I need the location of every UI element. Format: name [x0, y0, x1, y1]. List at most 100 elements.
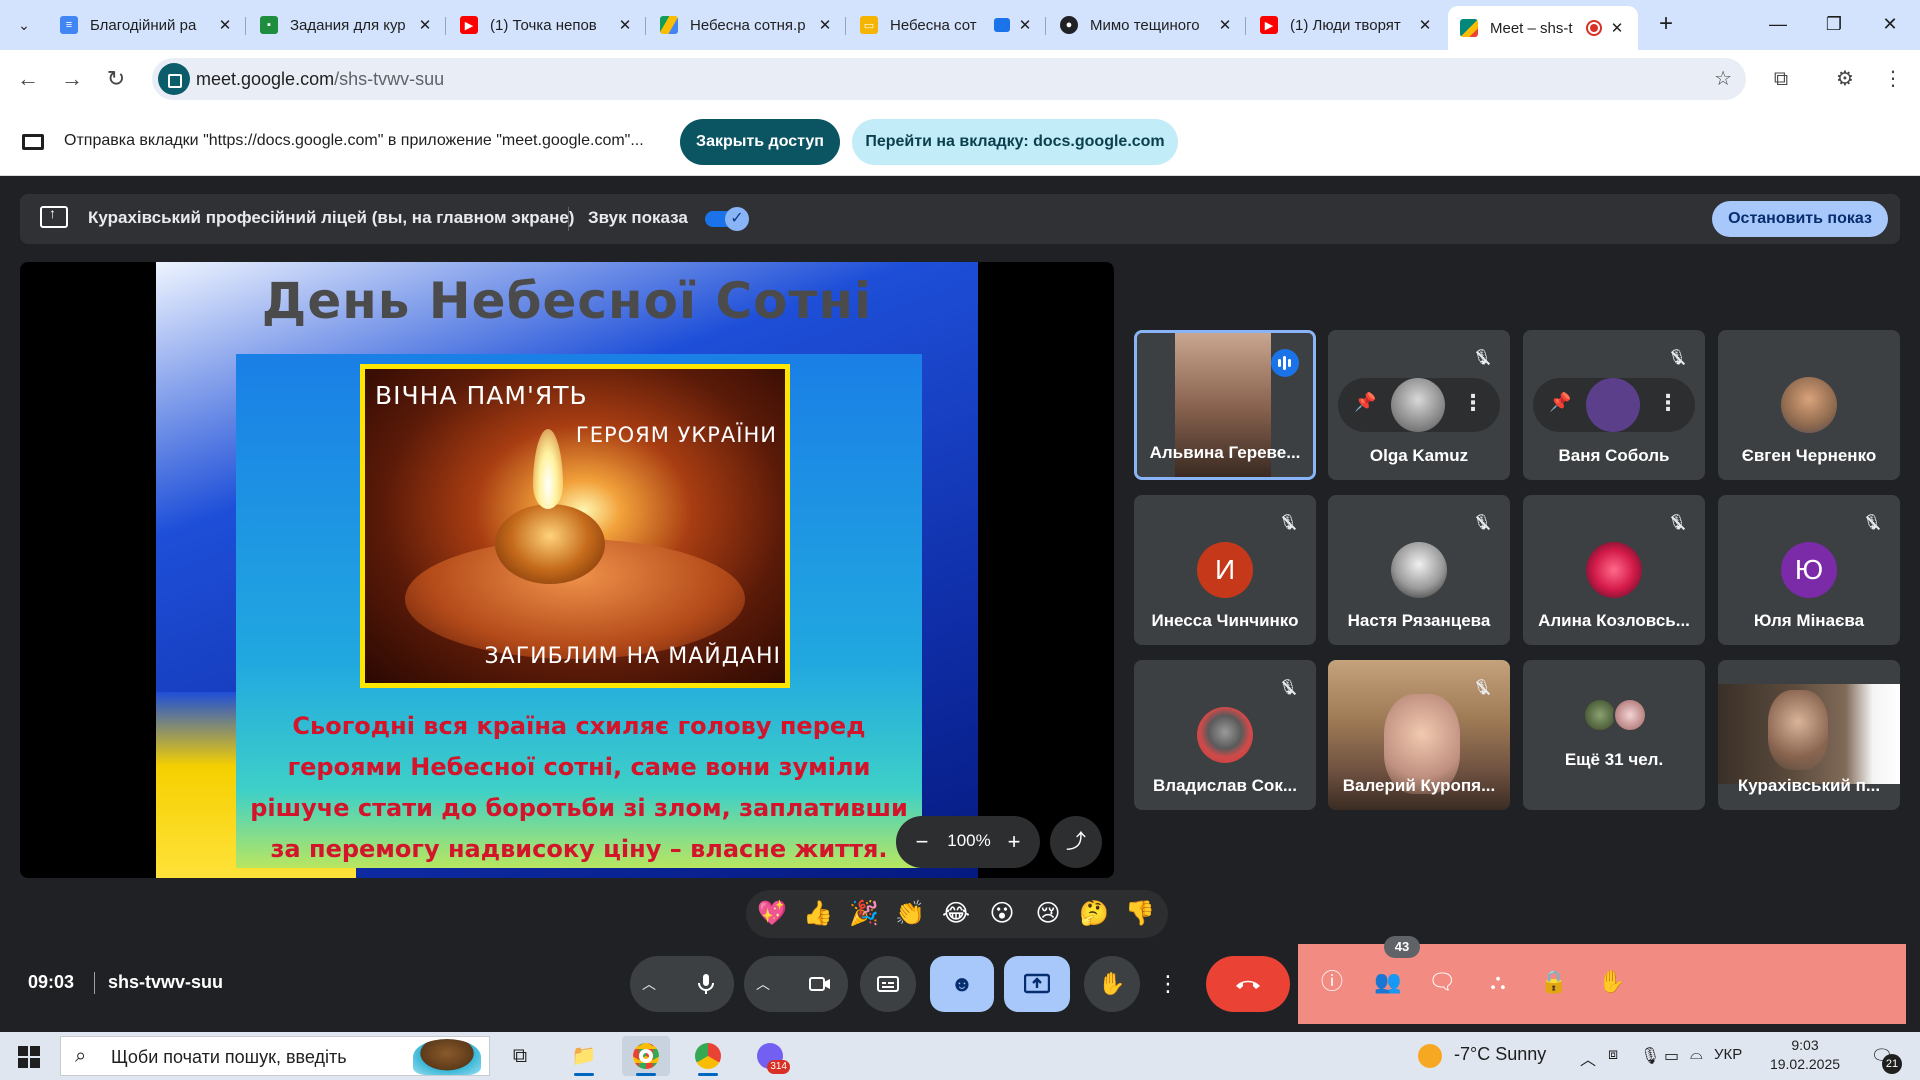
browser-menu-icon[interactable]: ⋮ — [1876, 62, 1910, 96]
extensions-icon[interactable]: ⧉ — [1764, 62, 1798, 96]
browser-tab[interactable]: ▶ (1) Люди творят ✕ — [1248, 8, 1446, 42]
chrome-profile-icon[interactable] — [684, 1036, 732, 1076]
task-view-icon[interactable]: ⧉ — [496, 1036, 544, 1076]
close-tab-icon[interactable]: ✕ — [1016, 16, 1034, 34]
weather-widget[interactable]: -7°C Sunny — [1454, 1044, 1546, 1065]
reaction-thumbs-down[interactable]: 👎 — [1122, 898, 1158, 930]
zoom-in-icon[interactable]: + — [1000, 828, 1028, 856]
site-info-icon[interactable] — [158, 63, 190, 95]
reaction-thumbs-up[interactable]: 👍 — [800, 898, 836, 930]
reaction-clap[interactable]: 👏 — [892, 898, 928, 930]
tab-title: Благодійний ра — [90, 16, 197, 34]
participant-tile[interactable]: 🎙 Владислав Сок... — [1134, 660, 1316, 810]
system-clock[interactable]: 9:03 19.02.2025 — [1758, 1036, 1852, 1074]
share-audio-toggle[interactable]: ✓ — [705, 207, 749, 231]
bookmark-star-icon[interactable]: ☆ — [1714, 66, 1732, 91]
close-window-icon[interactable]: ✕ — [1860, 0, 1920, 48]
tile-hover-controls: 📌 ⋮ — [1533, 378, 1695, 432]
participant-tile[interactable]: 🎙 Алина Козловсь... — [1523, 495, 1705, 645]
reaction-surprised[interactable]: 😮 — [984, 898, 1020, 930]
leave-call-button[interactable] — [1206, 956, 1290, 1012]
participant-name: Валерий Куропя... — [1342, 776, 1496, 795]
file-explorer-icon[interactable]: 📁 — [560, 1036, 608, 1076]
reaction-thinking[interactable]: 🤔 — [1076, 898, 1112, 930]
participant-tile[interactable]: 🎙 И Инесса Чинчинко — [1134, 495, 1316, 645]
restore-icon[interactable]: ❐ — [1804, 0, 1864, 48]
browser-tab[interactable]: ▶ (1) Точка непов ✕ — [448, 8, 646, 42]
more-participants-tile[interactable]: Ещё 31 чел. — [1523, 660, 1705, 810]
meet-tray-icon[interactable]: ⧈ — [1608, 1046, 1618, 1064]
raise-hand-button[interactable]: ✋ — [1084, 956, 1140, 1012]
new-tab-icon[interactable]: + — [1652, 10, 1680, 38]
address-bar[interactable]: meet.google.com/shs-tvwv-suu ☆ — [152, 58, 1746, 100]
taskbar-search-box[interactable]: ⌕ Щоби почати пошук, введіть — [60, 1036, 490, 1076]
close-tab-icon[interactable]: ✕ — [616, 16, 634, 34]
more-options-icon[interactable]: ⋮ — [1657, 390, 1679, 416]
microphone-button[interactable] — [678, 956, 734, 1012]
present-now-button[interactable] — [1004, 956, 1070, 1012]
reaction-heart[interactable]: 💖 — [754, 898, 790, 930]
browser-tab[interactable]: ▪ Задания для кур ✕ — [248, 8, 446, 42]
people-icon[interactable]: 👥 — [1368, 962, 1408, 1002]
close-tab-icon[interactable]: ✕ — [416, 16, 434, 34]
participant-tile[interactable]: 🎙 Валерий Куропя... — [1328, 660, 1510, 810]
participant-name: Євген Черненко — [1741, 446, 1877, 465]
reactions-button[interactable]: ☻ — [930, 956, 994, 1012]
participant-tile[interactable]: 🎙 📌 ⋮ Ваня Соболь — [1523, 330, 1705, 480]
host-controls-icon[interactable]: 🔒 — [1534, 962, 1574, 1002]
network-icon[interactable]: ⌓ — [1690, 1046, 1703, 1064]
go-to-tab-button[interactable]: Перейти на вкладку: docs.google.com — [852, 119, 1178, 165]
keyboard-language[interactable]: УКР — [1714, 1046, 1742, 1063]
reaction-sad[interactable]: 😢 — [1030, 898, 1066, 930]
more-options-icon[interactable]: ⋮ — [1462, 390, 1484, 416]
pin-icon[interactable]: 📌 — [1354, 392, 1376, 413]
participant-tile[interactable]: 🎙 📌 ⋮ Olga Kamuz — [1328, 330, 1510, 480]
captions-button[interactable] — [860, 956, 916, 1012]
mic-tray-icon[interactable]: 🎙 — [1640, 1046, 1660, 1066]
camera-button[interactable] — [792, 956, 848, 1012]
tab-search-chevron-icon[interactable]: ⌄ — [10, 11, 38, 39]
close-tab-icon[interactable]: ✕ — [816, 16, 834, 34]
browser-tab[interactable]: ▭ Небесна сот ✕ — [848, 8, 1046, 42]
reload-icon[interactable]: ↻ — [100, 63, 132, 95]
stop-presenting-button[interactable]: Остановить показ — [1712, 201, 1888, 237]
video-settings-chevron-icon[interactable]: ︿ — [756, 956, 770, 1012]
battery-icon[interactable]: ▭ — [1664, 1046, 1679, 1066]
close-tab-icon[interactable]: ✕ — [1216, 16, 1234, 34]
browser-tab[interactable]: Небесна сотня.р ✕ — [648, 8, 846, 42]
chat-icon[interactable]: 🗨 — [1422, 962, 1462, 1002]
activities-icon[interactable]: ⛬ — [1478, 962, 1518, 1002]
back-icon[interactable]: ← — [12, 63, 44, 95]
forward-icon[interactable]: → — [56, 63, 88, 95]
reaction-laugh[interactable]: 😂 — [938, 898, 974, 930]
browser-tab[interactable]: ≡ Благодійний ра ✕ — [48, 8, 246, 42]
participant-tile[interactable]: 🎙 Ю Юля Мінаєва — [1718, 495, 1900, 645]
participant-tile[interactable]: 🎙 Настя Рязанцева — [1328, 495, 1510, 645]
tray-overflow-chevron-icon[interactable]: ︿ — [1580, 1046, 1596, 1070]
notifications-icon[interactable]: 🗨 21 — [1868, 1042, 1902, 1074]
minimize-icon[interactable]: — — [1748, 0, 1808, 48]
close-tab-icon[interactable]: ✕ — [216, 16, 234, 34]
browser-tab-active[interactable]: Meet – shs-t ✕ — [1448, 6, 1638, 50]
windows-start-icon[interactable] — [18, 1046, 40, 1068]
participant-tile[interactable]: Євген Черненко — [1718, 330, 1900, 480]
more-options-button[interactable]: ⋮ — [1150, 956, 1186, 1012]
close-tab-icon[interactable]: ✕ — [1608, 19, 1626, 37]
meeting-details-icon[interactable]: ⓘ — [1312, 962, 1352, 1002]
hand-raise-alert-icon[interactable]: ✋ — [1592, 962, 1632, 1002]
address-toolbar: ← → ↻ meet.google.com/shs-tvwv-suu ☆ ⧉ ⚙… — [0, 50, 1920, 108]
pin-icon[interactable]: 📌 — [1549, 392, 1571, 413]
zoom-out-icon[interactable]: − — [908, 828, 936, 856]
audio-settings-chevron-icon[interactable]: ︿ — [642, 956, 656, 1012]
viber-icon[interactable]: 314 — [746, 1036, 794, 1076]
search-placeholder: Щоби почати пошук, введіть — [111, 1047, 347, 1067]
chrome-icon[interactable] — [622, 1036, 670, 1076]
participant-tile[interactable]: Кураxівський п... — [1718, 660, 1900, 810]
share-icon[interactable]: ⤴ — [1050, 816, 1102, 868]
participant-tile[interactable]: Альвина Гереве... — [1134, 330, 1316, 480]
close-access-button[interactable]: Закрыть доступ — [680, 119, 840, 165]
close-tab-icon[interactable]: ✕ — [1416, 16, 1434, 34]
reaction-party[interactable]: 🎉 — [846, 898, 882, 930]
browser-tab[interactable]: ● Мимо тещиного ✕ — [1048, 8, 1246, 42]
profile-avatar[interactable]: ⚙ — [1828, 62, 1862, 96]
